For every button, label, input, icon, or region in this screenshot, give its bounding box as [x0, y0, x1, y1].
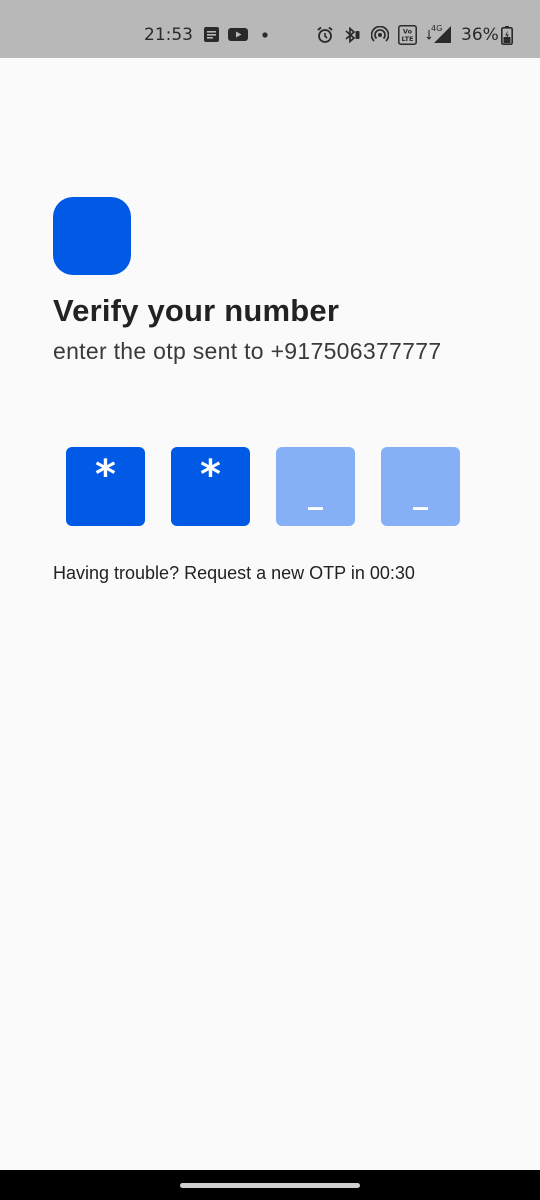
status-bar: 21:53 Vo LTE 4G 36% [0, 0, 540, 58]
otp-digit-3[interactable]: _ [276, 447, 355, 526]
resend-prefix: Having trouble? [53, 563, 185, 583]
page-title: Verify your number [53, 293, 340, 328]
otp-digit-2[interactable]: * [171, 447, 250, 526]
hotspot-icon [370, 25, 390, 48]
otp-digit-2-value: * [200, 452, 221, 498]
dot-icon [262, 26, 268, 47]
battery-icon [501, 26, 513, 49]
otp-sent-subtitle: enter the otp sent to +917506377777 [53, 338, 442, 364]
svg-text:LTE: LTE [402, 35, 414, 43]
bluetooth-icon [343, 26, 361, 48]
navigation-bar [0, 1170, 540, 1200]
otp-digit-3-value: _ [308, 476, 323, 511]
app-logo [53, 197, 131, 275]
battery-percentage: 36% [461, 25, 499, 45]
request-new-otp-link[interactable]: Request a new OTP [184, 563, 346, 583]
resend-countdown: 00:30 [369, 563, 415, 583]
volte-icon: Vo LTE [398, 25, 417, 49]
otp-digit-1[interactable]: * [66, 447, 145, 526]
verify-screen: Verify your number enter the otp sent to… [0, 58, 540, 1170]
otp-digit-1-value: * [95, 452, 116, 498]
message-icon [203, 26, 220, 47]
signal-icon [425, 26, 453, 48]
resend-otp-text: Having trouble? Request a new OTP in 00:… [53, 561, 415, 585]
otp-digit-4-value: _ [413, 476, 428, 511]
otp-digit-4[interactable]: _ [381, 447, 460, 526]
status-time: 21:53 [144, 25, 193, 45]
alarm-icon [316, 26, 334, 48]
youtube-icon [228, 26, 248, 47]
resend-middle: in [345, 563, 370, 583]
otp-input-row: * * _ _ [66, 447, 460, 526]
home-indicator[interactable] [180, 1183, 360, 1188]
